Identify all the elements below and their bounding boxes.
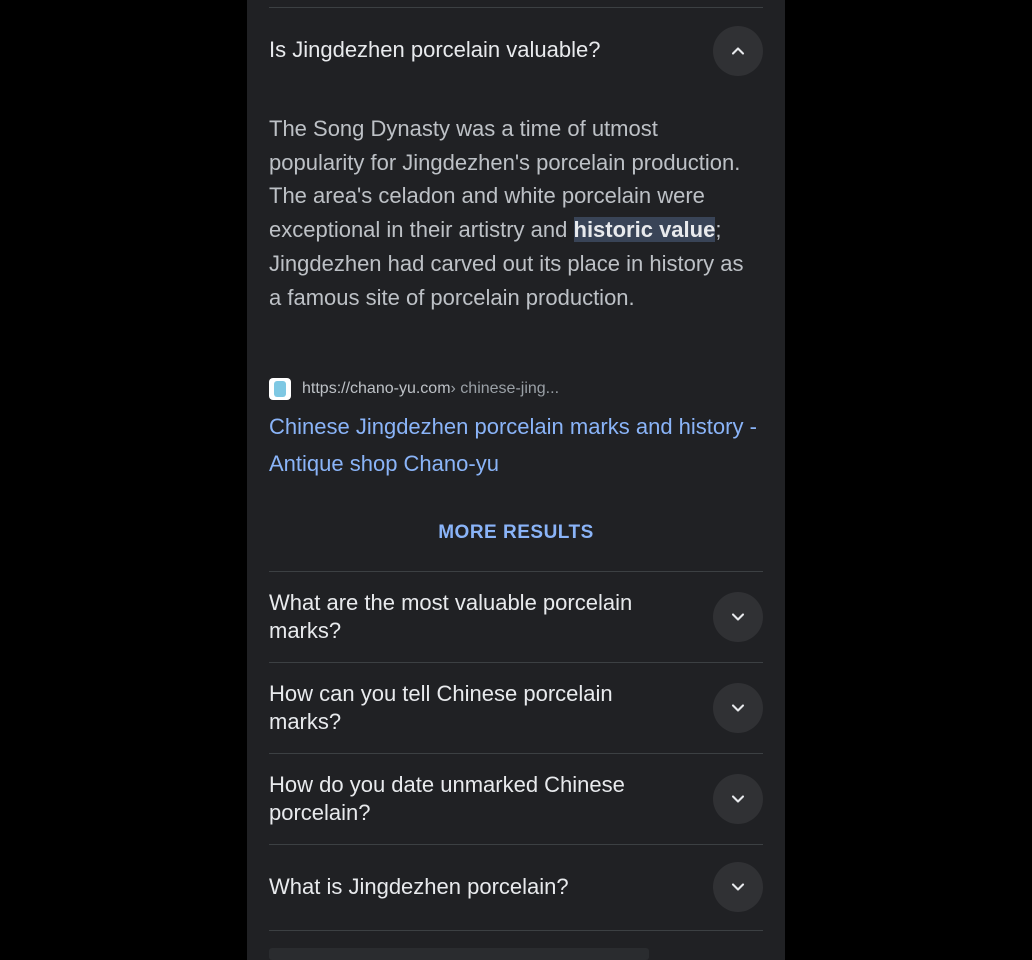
question-item[interactable]: What are the most valuable porcelain mar… bbox=[269, 589, 689, 645]
site-favicon-icon bbox=[269, 378, 291, 400]
source-citation[interactable]: https://chano-yu.com › chinese-jing... bbox=[269, 376, 559, 402]
chevron-down-icon bbox=[731, 613, 745, 621]
divider bbox=[269, 7, 763, 8]
question-item[interactable]: How do you date unmarked Chinese porcela… bbox=[269, 771, 689, 827]
result-link[interactable]: Chinese Jingdezhen porcelain marks and h… bbox=[269, 408, 769, 482]
chevron-down-icon bbox=[731, 795, 745, 803]
expand-button[interactable] bbox=[713, 774, 763, 824]
answer-snippet: The Song Dynasty was a time of utmost po… bbox=[269, 112, 749, 314]
source-path: › chinese-jing... bbox=[450, 380, 560, 397]
chevron-down-icon bbox=[731, 704, 745, 712]
expand-button[interactable] bbox=[713, 683, 763, 733]
question-item[interactable]: What is Jingdezhen porcelain? bbox=[269, 873, 689, 901]
collapse-button[interactable] bbox=[713, 26, 763, 76]
question-item[interactable]: How can you tell Chinese porcelain marks… bbox=[269, 680, 689, 736]
source-url: https://chano-yu.com bbox=[302, 380, 451, 397]
divider bbox=[269, 844, 763, 845]
divider bbox=[269, 571, 763, 572]
next-question-peek bbox=[269, 948, 649, 960]
divider bbox=[269, 662, 763, 663]
expand-button[interactable] bbox=[713, 592, 763, 642]
chevron-up-icon bbox=[731, 47, 745, 55]
question-expanded[interactable]: Is Jingdezhen porcelain valuable? bbox=[269, 36, 689, 64]
people-also-ask-panel: Is Jingdezhen porcelain valuable? The So… bbox=[247, 0, 785, 960]
chevron-down-icon bbox=[731, 883, 745, 891]
divider bbox=[269, 930, 763, 931]
divider bbox=[269, 753, 763, 754]
answer-highlight: historic value bbox=[573, 217, 716, 243]
expand-button[interactable] bbox=[713, 862, 763, 912]
more-results-button[interactable]: MORE RESULTS bbox=[247, 522, 785, 544]
